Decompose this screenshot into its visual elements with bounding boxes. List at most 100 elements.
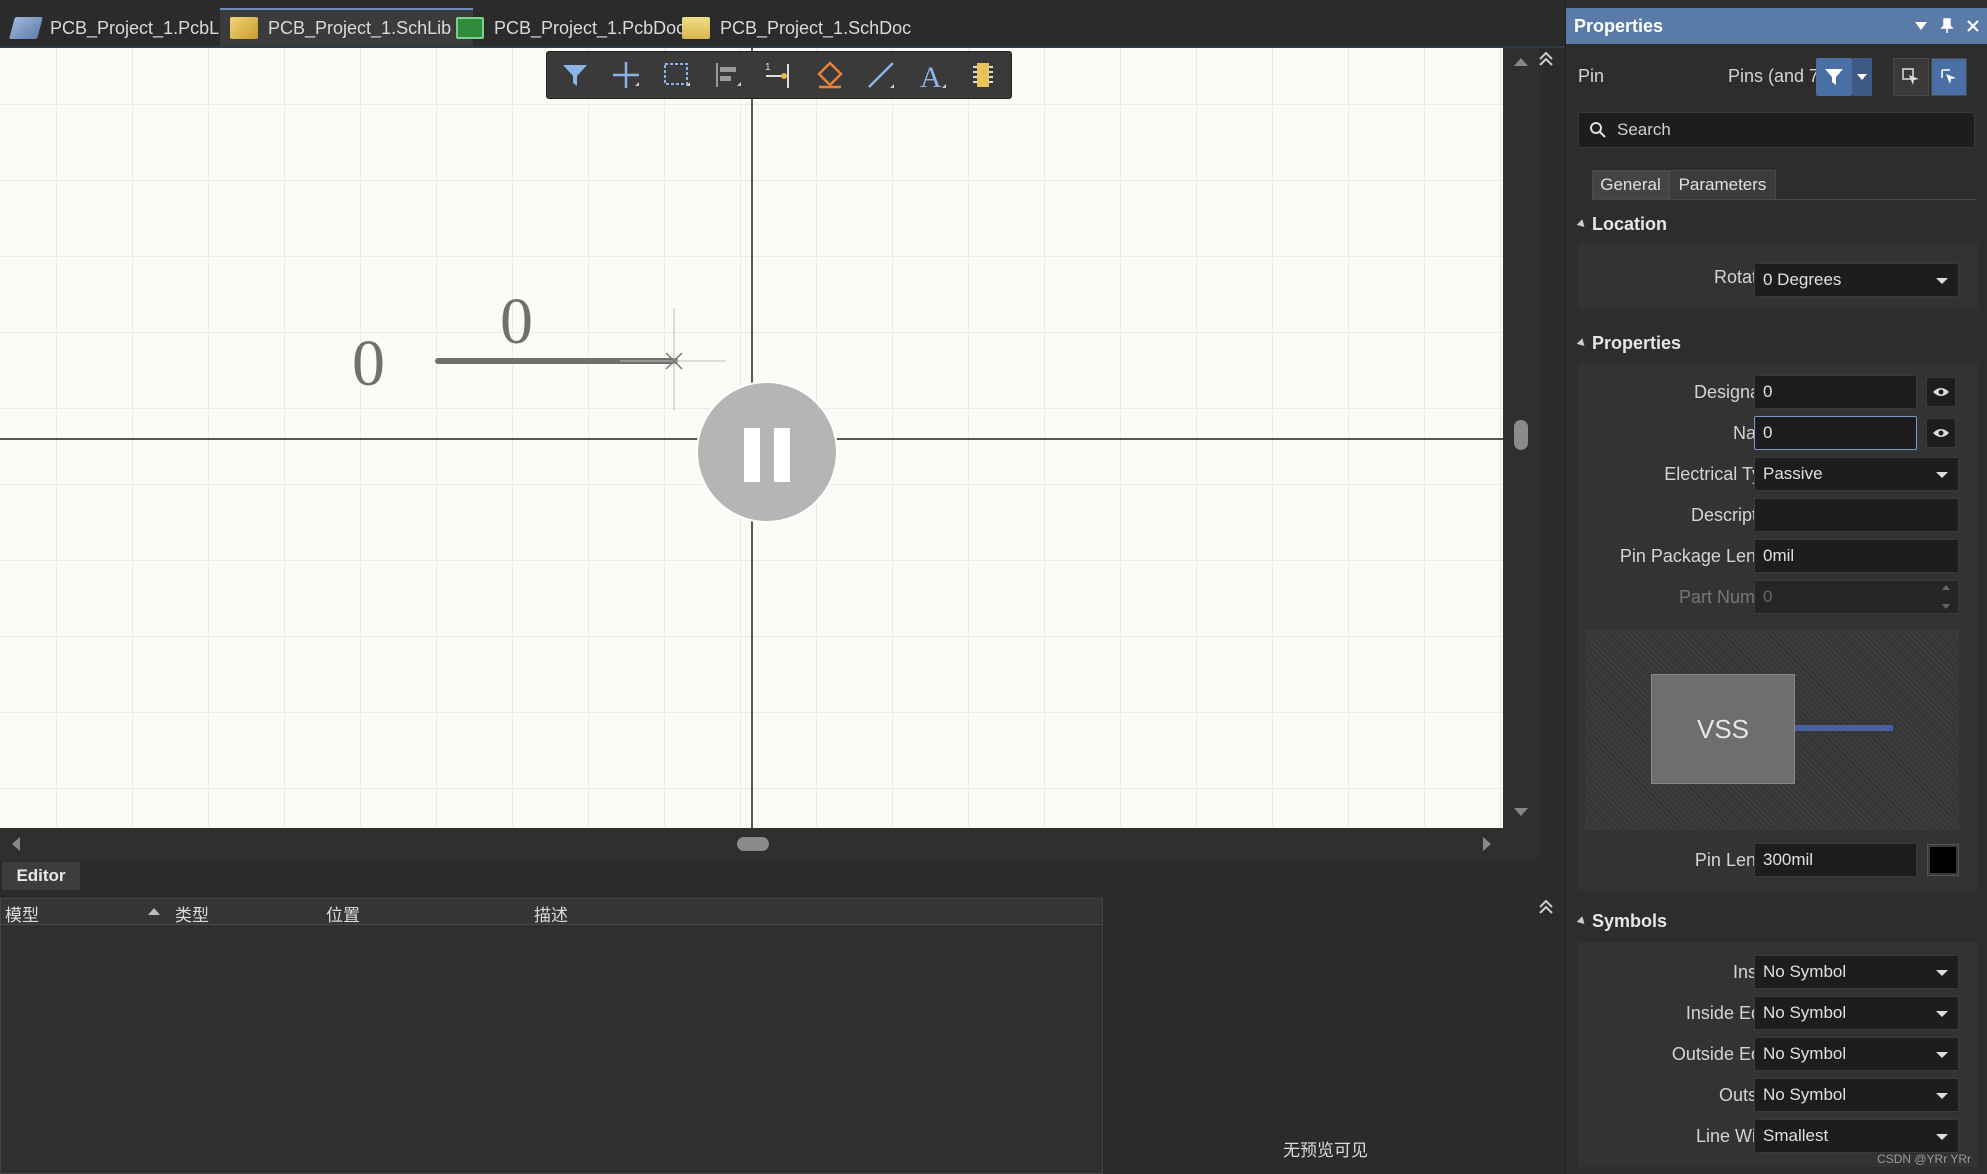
scroll-left-icon[interactable] <box>12 837 20 851</box>
column-header-model[interactable]: 模型 <box>5 901 39 926</box>
pin-name-text: 0 <box>500 285 533 358</box>
fill-button[interactable] <box>810 55 850 95</box>
watermark: CSDN @YRr YRr <box>1877 1152 1971 1166</box>
electrical-type-select[interactable]: Passive <box>1754 457 1959 491</box>
schematic-canvas[interactable]: 0 0 <box>0 48 1503 828</box>
name-value: 0 <box>1763 423 1773 442</box>
part-number-spinner: 0 <box>1754 580 1959 614</box>
designator-visibility-button[interactable] <box>1926 377 1956 407</box>
select-button[interactable] <box>657 55 697 95</box>
scroll-down-icon[interactable] <box>1514 808 1528 816</box>
schlib-icon <box>230 17 258 39</box>
inside-edge-value: No Symbol <box>1763 1003 1847 1022</box>
align-button[interactable] <box>708 55 748 95</box>
pin-length-field[interactable]: 300mil <box>1754 843 1917 877</box>
select-rect-icon <box>664 63 690 86</box>
description-field[interactable] <box>1754 498 1959 532</box>
place-pin-icon: 1 <box>765 62 789 88</box>
component-button[interactable] <box>963 55 1003 95</box>
select-cursor-icon <box>1902 68 1919 85</box>
place-pin-button[interactable]: 1 <box>759 55 799 95</box>
panel-menu-icon[interactable] <box>1914 19 1928 33</box>
tab-parameters[interactable]: Parameters <box>1669 170 1776 200</box>
tab-label: PCB_Project_1.PcbDoc <box>494 17 686 38</box>
column-header-type[interactable]: 类型 <box>175 901 209 926</box>
chevron-down-icon <box>1936 1134 1948 1140</box>
pin-package-length-field[interactable]: 0mil <box>1754 539 1959 573</box>
column-header-description[interactable]: 描述 <box>534 901 568 926</box>
tab-general[interactable]: General <box>1592 170 1669 200</box>
line-width-select[interactable]: Smallest <box>1754 1119 1959 1153</box>
chevron-down-icon <box>1936 472 1948 478</box>
pcblib-icon <box>9 17 43 39</box>
inside-select[interactable]: No Symbol <box>1754 955 1959 989</box>
collapse-triangle-icon <box>1576 338 1588 349</box>
filter-dropdown-button[interactable] <box>1852 58 1872 96</box>
horizontal-scroll-thumb[interactable] <box>737 837 769 851</box>
pin-length-value: 300mil <box>1763 850 1814 869</box>
crosshair-move-icon <box>613 62 639 88</box>
chevron-down-icon <box>1936 970 1948 976</box>
object-type-label: Pin <box>1578 66 1605 86</box>
eye-icon <box>1933 429 1949 437</box>
outside-edge-select[interactable]: No Symbol <box>1754 1037 1959 1071</box>
rotation-select[interactable]: 0 Degrees <box>1754 263 1959 297</box>
bottom-tabbar: Editor <box>0 860 1539 890</box>
pin-package-length-value: 0mil <box>1763 546 1795 565</box>
tab-label: PCB_Project_1.SchLib * <box>268 17 464 38</box>
rotation-value: 0 Degrees <box>1763 270 1842 289</box>
line-button[interactable] <box>861 55 901 95</box>
select-objects-button[interactable] <box>1893 58 1929 96</box>
chevron-down-icon <box>1936 1011 1948 1017</box>
pause-icon[interactable] <box>744 428 790 482</box>
tab-schdoc[interactable]: PCB_Project_1.SchDoc <box>672 10 921 46</box>
designator-field[interactable]: 0 <box>1754 375 1917 409</box>
close-icon[interactable] <box>1966 19 1980 33</box>
pcbdoc-icon <box>456 17 484 39</box>
text-button[interactable]: A <box>912 55 952 95</box>
schdoc-icon <box>682 17 710 39</box>
spin-up-icon <box>1942 585 1950 590</box>
chevron-down-icon <box>1936 1093 1948 1099</box>
scroll-up-icon[interactable] <box>1514 58 1528 66</box>
pick-objects-button[interactable] <box>1931 58 1967 96</box>
vertical-scrollbar[interactable] <box>1503 48 1539 828</box>
search-input[interactable]: Search <box>1578 112 1975 148</box>
scroll-right-icon[interactable] <box>1483 837 1491 851</box>
filter-button[interactable] <box>555 55 595 95</box>
name-field[interactable]: 0 <box>1754 416 1917 450</box>
tab-editor[interactable]: Editor <box>2 862 80 890</box>
tab-schlib[interactable]: PCB_Project_1.SchLib * <box>220 8 474 46</box>
outside-select[interactable]: No Symbol <box>1754 1078 1959 1112</box>
table-header: 模型 类型 位置 描述 <box>1 899 1102 925</box>
tab-pcbdoc[interactable]: PCB_Project_1.PcbDoc <box>446 10 695 46</box>
filter-icon <box>563 65 587 86</box>
pin-panel-icon[interactable] <box>1940 18 1954 34</box>
fill-icon <box>817 61 843 89</box>
section-location[interactable]: Location <box>1576 214 1667 235</box>
vertical-scroll-thumb[interactable] <box>1514 420 1528 450</box>
inside-value: No Symbol <box>1763 962 1847 981</box>
pin-color-swatch[interactable] <box>1927 844 1959 876</box>
section-symbols-title: Symbols <box>1592 911 1668 931</box>
align-icon <box>716 63 741 87</box>
move-button[interactable] <box>606 55 646 95</box>
inside-edge-select[interactable]: No Symbol <box>1754 996 1959 1030</box>
horizontal-scrollbar[interactable] <box>0 828 1539 860</box>
column-header-location[interactable]: 位置 <box>326 901 360 926</box>
chevron-down-icon <box>1936 1052 1948 1058</box>
line-icon <box>868 62 894 88</box>
name-visibility-button[interactable] <box>1926 418 1956 448</box>
svg-text:A: A <box>920 61 942 90</box>
eye-icon <box>1933 388 1949 396</box>
tab-pcblib[interactable]: PCB_Project_1.PcbLib <box>2 10 243 46</box>
collapse-up-icon[interactable] <box>1535 48 1557 70</box>
pin-preview: VSS <box>1585 630 1959 830</box>
selection-filter-button[interactable] <box>1816 58 1852 96</box>
app-window: PCB_Project_1.PcbLib PCB_Project_1.SchLi… <box>0 0 1987 1174</box>
collapse-triangle-icon <box>1576 916 1588 927</box>
section-properties[interactable]: Properties <box>1576 333 1682 354</box>
component-icon <box>973 63 993 87</box>
section-symbols[interactable]: Symbols <box>1576 911 1668 932</box>
section-properties-title: Properties <box>1592 333 1682 353</box>
